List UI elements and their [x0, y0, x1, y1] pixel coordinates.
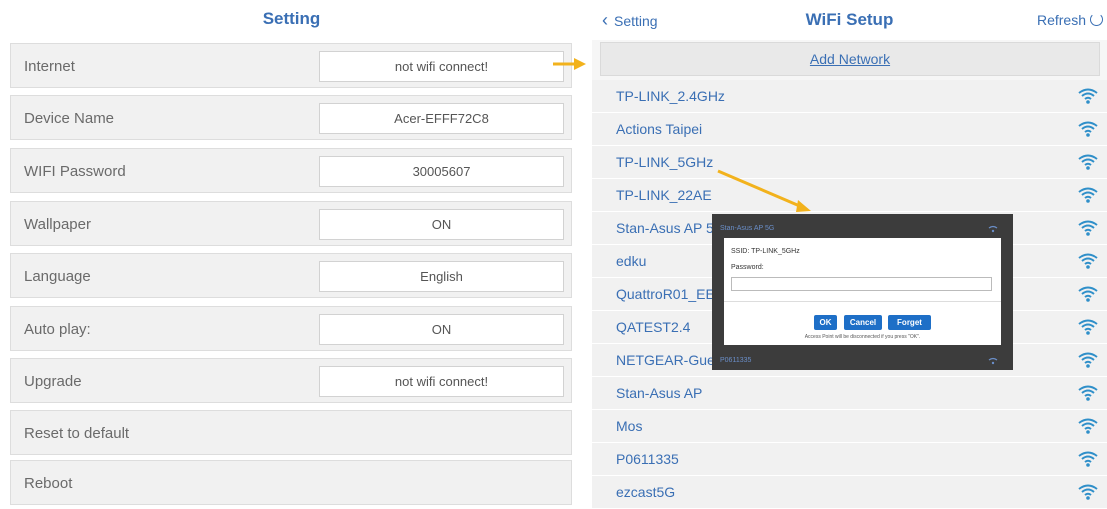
- dialog-body: SSID: TP-LINK_5GHz Password: OK Cancel F…: [724, 238, 1001, 345]
- back-button[interactable]: ‹ Setting: [602, 0, 658, 41]
- network-name: edku: [616, 253, 647, 269]
- dialog-ssid: SSID: TP-LINK_5GHz: [731, 248, 800, 255]
- wifi-signal-icon: [1078, 319, 1098, 335]
- setting-row-upgrade[interactable]: Upgrade not wifi connect!: [10, 358, 572, 403]
- network-name: ezcast5G: [616, 484, 676, 500]
- settings-panel: Setting Internet not wifi connect! Devic…: [0, 0, 583, 505]
- network-row[interactable]: TP-LINK_22AE: [592, 179, 1107, 212]
- setting-label: Language: [24, 268, 91, 285]
- refresh-label: Refresh: [1036, 12, 1086, 28]
- refresh-button[interactable]: Refresh: [1037, 0, 1103, 40]
- network-name: Actions Taipei: [616, 121, 703, 137]
- network-row[interactable]: Stan-Asus AP: [592, 377, 1107, 410]
- setting-label: Auto play:: [24, 321, 91, 338]
- setting-label: Device Name: [24, 110, 115, 127]
- setting-label: Reboot: [24, 475, 73, 492]
- wifi-signal-icon: [1078, 451, 1098, 467]
- wifi-signal-icon: [1078, 154, 1098, 170]
- wifi-signal-icon: [988, 357, 998, 365]
- network-name: NETGEAR-Gue: [616, 352, 715, 368]
- network-row[interactable]: Actions Taipei: [592, 113, 1107, 146]
- wifi-signal-icon: [1078, 220, 1098, 236]
- setting-label: WIFI Password: [24, 163, 126, 180]
- network-row[interactable]: Mos: [592, 410, 1107, 443]
- setting-row-device-name[interactable]: Device Name Acer-EFFF72C8: [10, 95, 572, 140]
- setting-row-wallpaper[interactable]: Wallpaper ON: [10, 201, 572, 246]
- dialog-note: Access Point will be disconnected if you…: [804, 334, 921, 340]
- network-row[interactable]: TP-LINK_5GHz: [592, 146, 1107, 179]
- setting-label: Internet: [24, 58, 75, 75]
- setting-label: Upgrade: [24, 373, 82, 390]
- network-row[interactable]: P0611335: [592, 443, 1107, 476]
- wifi-signal-icon: [1078, 121, 1098, 137]
- setting-value-wallpaper[interactable]: ON: [319, 209, 564, 240]
- wifi-signal-icon: [1078, 187, 1098, 203]
- network-name: TP-LINK_22AE: [616, 187, 712, 203]
- network-name: Stan-Asus AP: [616, 385, 703, 401]
- network-name: QuattroR01_EE: [616, 286, 715, 302]
- network-name: TP-LINK_2.4GHz: [616, 88, 725, 104]
- wifi-signal-icon: [1078, 385, 1098, 401]
- wifi-signal-icon: [988, 225, 998, 233]
- ok-button[interactable]: OK: [814, 315, 837, 330]
- setting-row-reboot[interactable]: Reboot: [10, 460, 572, 505]
- settings-title: Setting: [262, 9, 321, 28]
- wifi-topbar: WiFi Setup ‹ Setting Refresh: [592, 0, 1107, 40]
- wifi-setup-title: WiFi Setup: [805, 10, 894, 29]
- setting-label: Wallpaper: [24, 216, 91, 233]
- dialog-password-input[interactable]: [731, 277, 992, 291]
- setting-value-device-name[interactable]: Acer-EFFF72C8: [319, 103, 564, 134]
- cancel-button[interactable]: Cancel: [844, 315, 882, 330]
- setting-value-language[interactable]: English: [319, 261, 564, 292]
- setting-row-auto-play[interactable]: Auto play: ON: [10, 306, 572, 351]
- forget-button[interactable]: Forget: [888, 315, 931, 330]
- setting-value-wifi-password[interactable]: 30005607: [319, 156, 564, 187]
- wifi-signal-icon: [1078, 484, 1098, 500]
- wifi-signal-icon: [1078, 286, 1098, 302]
- dialog-ghost-network: Stan-Asus AP 5G: [720, 225, 775, 232]
- dialog-ghost-network: P0611335: [720, 357, 752, 364]
- setting-value-internet: not wifi connect!: [319, 51, 564, 82]
- setting-value-upgrade: not wifi connect!: [319, 366, 564, 397]
- dialog-divider: [724, 301, 1001, 302]
- setting-row-internet[interactable]: Internet not wifi connect!: [10, 43, 572, 88]
- setting-row-wifi-password[interactable]: WIFI Password 30005607: [10, 148, 572, 193]
- back-label: Setting: [614, 13, 658, 29]
- setting-row-reset-to-default[interactable]: Reset to default: [10, 410, 572, 455]
- network-name: P0611335: [616, 451, 679, 467]
- network-name: QATEST2.4: [616, 319, 691, 335]
- wifi-signal-icon: [1078, 253, 1098, 269]
- wifi-signal-icon: [1078, 418, 1098, 434]
- add-network-button[interactable]: Add Network: [600, 42, 1100, 76]
- network-name: Mos: [616, 418, 643, 434]
- refresh-icon: [1090, 13, 1103, 26]
- network-row[interactable]: TP-LINK_2.4GHz: [592, 80, 1107, 113]
- network-row[interactable]: ezcast5G: [592, 476, 1107, 509]
- setting-label: Reset to default: [24, 425, 130, 442]
- network-name: TP-LINK_5GHz: [616, 154, 714, 170]
- setting-value-auto-play[interactable]: ON: [319, 314, 564, 345]
- chevron-left-icon: ‹: [602, 10, 608, 30]
- wifi-password-dialog: Stan-Asus AP 5G P0611335 SSID: TP-LINK_5…: [712, 214, 1013, 370]
- wifi-signal-icon: [1078, 352, 1098, 368]
- setting-row-language[interactable]: Language English: [10, 253, 572, 298]
- wifi-signal-icon: [1078, 88, 1098, 104]
- network-name: Stan-Asus AP 5: [616, 220, 714, 236]
- dialog-password-label: Password:: [731, 264, 764, 271]
